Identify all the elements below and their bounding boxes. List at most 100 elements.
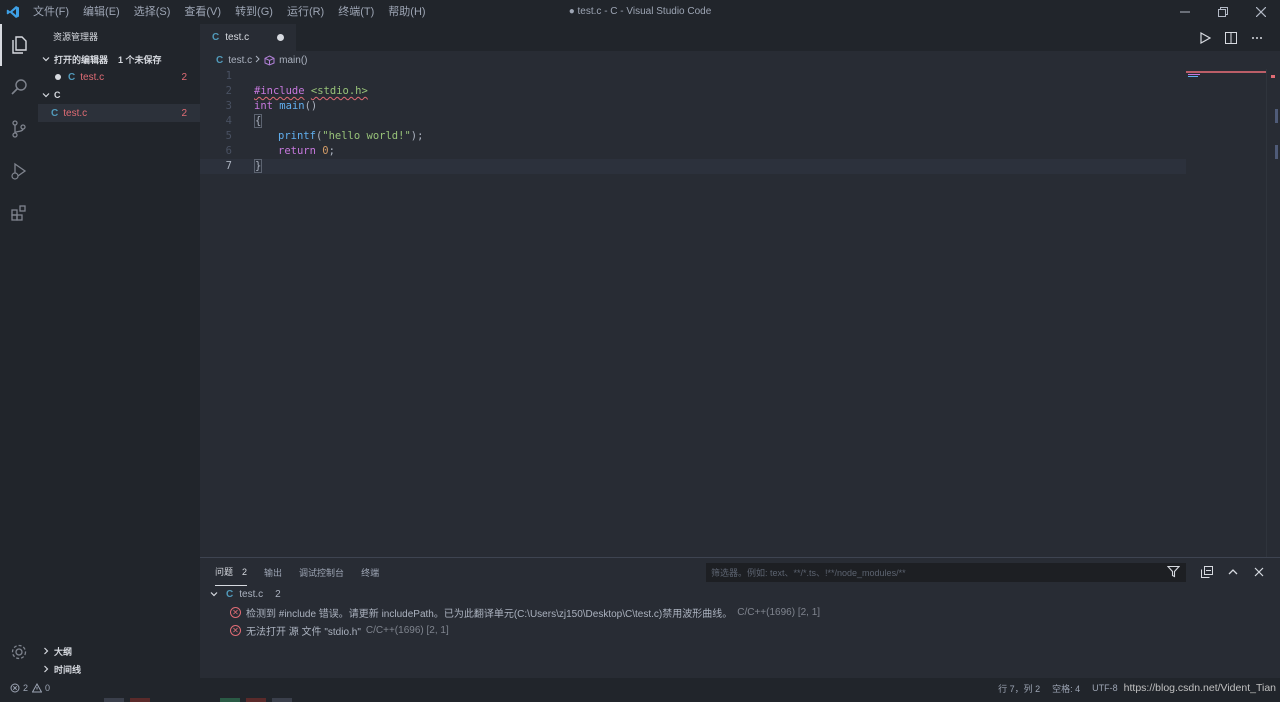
menu-edit[interactable]: 编辑(E) [76,0,127,24]
taskbar-item [220,698,240,702]
status-bar: 2 0 行 7，列 2 空格: 4 UTF-8 https://blog.csd… [0,678,1280,702]
type-keyword: int [254,100,273,112]
chevron-right-icon [38,647,54,655]
tab-output[interactable]: 输出 [264,558,282,586]
error-icon: ✕ [230,606,241,618]
code-line: 1 [200,69,1186,84]
cursor-position[interactable]: 行 7，列 2 [998,682,1040,695]
taskbar-item [130,698,150,702]
gear-icon [11,644,27,660]
collapse-all-button[interactable] [1194,558,1220,586]
breadcrumb-file[interactable]: test.c [228,55,252,66]
c-file-icon: C [212,32,220,43]
problems-filter-input[interactable]: 筛选器。例如: text、**/*.ts、!**/node_modules/** [706,563,1186,582]
chevron-down-icon [38,91,54,99]
more-actions-button[interactable] [1244,24,1270,51]
editor-actions [1192,24,1270,51]
cube-symbol-icon [264,54,275,66]
tab-problems[interactable]: 问题 2 [215,558,248,586]
code-text: int main() [254,99,317,114]
split-editor-button[interactable] [1218,24,1244,51]
sidebar-title: 资源管理器 [53,32,99,42]
outline-label: 大纲 [54,646,73,657]
c-file-icon: C [68,71,76,83]
outline-header[interactable]: 大纲 [38,642,200,660]
c-file-icon: C [51,107,59,119]
chevron-up-icon [1228,569,1238,575]
menu-file[interactable]: 文件(F) [26,0,76,24]
run-debug-icon [11,162,27,180]
encoding[interactable]: UTF-8 [1092,683,1118,693]
restore-button[interactable] [1204,0,1242,24]
semicolon: ; [328,145,335,157]
code-line: 6 return 0; [200,144,1186,159]
error-count: 2 [23,683,29,693]
minimap[interactable] [1186,69,1266,99]
code-editor[interactable]: 1 2 #include <stdio.h> 3 int main() 4 { … [200,69,1280,557]
c-file-icon: C [226,588,234,600]
problem-item[interactable]: ✕ 检测到 #include 错误。请更新 includePath。已为此翻译单… [200,603,820,621]
close-button[interactable] [1242,0,1280,24]
code-text: printf("hello world!"); [278,129,423,144]
code-line: 4 { [200,114,1186,129]
open-editor-item[interactable]: C test.c 2 [38,68,200,86]
tab-test-c[interactable]: C test.c [200,24,296,51]
extensions-button[interactable] [0,192,38,234]
maximize-panel-button[interactable] [1220,558,1246,586]
folder-filename: test.c [63,107,88,119]
run-debug-button[interactable] [0,150,38,192]
string-literal: "hello world!" [322,130,411,142]
menu-go[interactable]: 转到(G) [228,0,280,24]
error-icon [10,683,20,693]
menu-help[interactable]: 帮助(H) [381,0,432,24]
chevron-right-icon [38,665,54,673]
problems-file-row[interactable]: C test.c 2 [200,585,281,603]
error-icon: ✕ [230,624,241,636]
menu-terminal[interactable]: 终端(T) [331,0,381,24]
folder-file-item[interactable]: C test.c 2 [38,104,200,122]
problems-status[interactable]: 2 0 [10,678,50,698]
code-line: 3 int main() [200,99,1186,114]
filter-icon[interactable] [1166,565,1181,580]
panel-tabs: 问题 2 输出 调试控制台 终端 [200,558,396,586]
problem-message: 检测到 #include 错误。请更新 includePath。已为此翻译单元(… [246,608,733,620]
problem-item[interactable]: ✕ 无法打开 源 文件 "stdio.h" C/C++(1696) [2, 1] [200,621,449,639]
activity-bar [0,24,38,678]
explorer-button[interactable] [0,24,38,66]
run-code-button[interactable] [1192,24,1218,51]
title-bar: 文件(F) 编辑(E) 选择(S) 查看(V) 转到(G) 运行(R) 终端(T… [0,0,1280,24]
close-icon [1256,7,1266,17]
parens: () [304,100,318,112]
tab-terminal[interactable]: 终端 [361,558,379,586]
search-button[interactable] [0,66,38,108]
breadcrumb-symbol[interactable]: main() [279,55,307,66]
close-panel-button[interactable] [1246,558,1272,586]
line-number: 5 [225,130,232,142]
unsaved-dot-icon[interactable] [277,34,284,41]
indentation[interactable]: 空格: 4 [1052,682,1080,695]
open-editors-header[interactable]: 打开的编辑器 1 个未保存 [38,50,200,68]
split-editor-icon [1225,31,1237,44]
menu-selection[interactable]: 选择(S) [127,0,178,24]
menu-view[interactable]: 查看(V) [177,0,228,24]
minimize-button[interactable] [1166,0,1204,24]
problems-count-badge: 2 [242,566,248,577]
search-icon [11,79,27,95]
line-number: 1 [225,70,232,82]
timeline-header[interactable]: 时间线 [38,660,200,678]
taskbar-item [272,698,292,702]
problem-source: C/C++(1696) [2, 1] [737,606,821,618]
menu-run[interactable]: 运行(R) [280,0,331,24]
function-name: main [279,100,305,112]
manage-button[interactable] [0,634,38,670]
taskbar-item [104,698,124,702]
vscode-logo-icon [0,0,26,24]
source-control-button[interactable] [0,108,38,150]
tab-debug-console[interactable]: 调试控制台 [299,558,344,586]
timeline-label: 时间线 [54,664,82,675]
return-keyword: return [278,145,316,157]
include-directive: #include [254,85,305,97]
folder-header[interactable]: C [38,86,200,104]
vertical-scrollbar[interactable] [1266,69,1280,557]
line-number: 4 [225,115,232,127]
